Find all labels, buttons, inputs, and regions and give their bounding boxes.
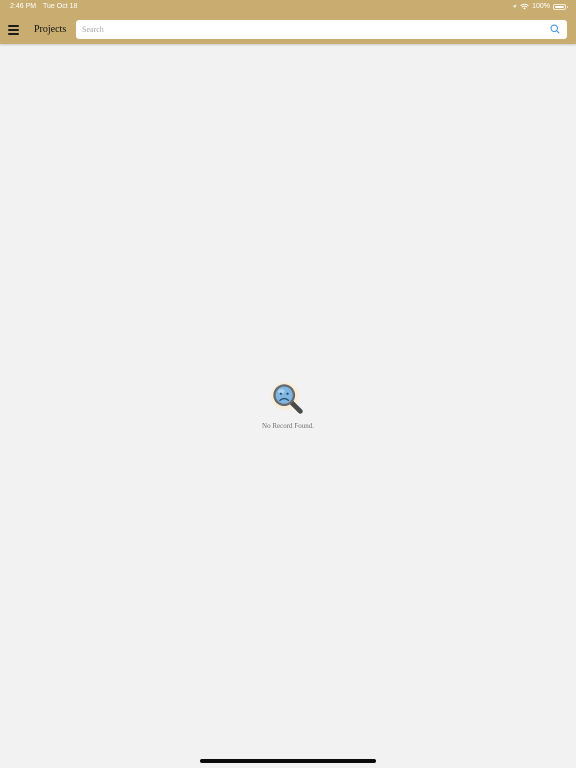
top-app-bar: 2:46 PM Tue Oct 18 100% Projects (0, 0, 576, 44)
battery-tip (566, 5, 568, 8)
status-time: 2:46 PM (10, 3, 37, 10)
sad-magnifier-icon (270, 381, 303, 414)
empty-state: No Record Found. (0, 380, 576, 431)
menu-line (8, 29, 19, 31)
wifi-icon (520, 3, 529, 10)
location-icon (512, 4, 517, 9)
battery-icon (553, 3, 568, 10)
menu-line (8, 25, 19, 27)
battery-percentage: 100% (532, 3, 550, 10)
search-input[interactable] (76, 20, 541, 39)
battery-level-fill (555, 5, 564, 8)
search-icon[interactable] (549, 23, 561, 35)
page-title: Projects (34, 24, 67, 35)
status-indicators: 100% (512, 2, 568, 11)
home-indicator[interactable] (200, 759, 376, 763)
search-bar (76, 20, 567, 39)
empty-state-message: No Record Found. (262, 422, 314, 430)
hamburger-menu-icon[interactable] (8, 22, 22, 38)
status-date: Tue Oct 18 (43, 3, 78, 10)
status-bar: 2:46 PM Tue Oct 18 100% (0, 0, 576, 14)
menu-line (8, 33, 19, 35)
